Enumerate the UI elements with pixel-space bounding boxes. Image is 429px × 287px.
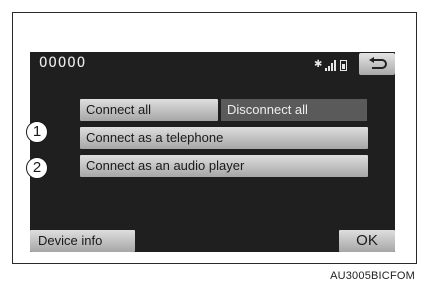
ok-button[interactable]: OK [339,230,395,252]
callout-1: 1 [26,121,48,143]
connect-telephone-button[interactable]: Connect as a telephone [80,127,368,149]
device-name: OOOOO [39,55,87,71]
status-icons: ✱ [314,59,347,71]
signal-icon [325,60,336,71]
back-arrow-icon [369,57,387,69]
connect-all-button[interactable]: Connect all [80,99,218,121]
disconnect-all-button[interactable]: Disconnect all [221,99,367,121]
connect-audio-button[interactable]: Connect as an audio player [80,155,368,177]
figure-code: AU3005BICFOM [330,270,415,282]
callout-2: 2 [26,157,48,179]
top-bar: OOOOO ✱ [30,52,395,78]
connection-screen: OOOOO ✱ Connect all Disconnect all Conne… [30,52,395,252]
back-button[interactable] [359,53,395,75]
bluetooth-icon: ✱ [314,59,323,70]
device-info-button[interactable]: Device info [30,230,135,252]
battery-icon [340,60,347,71]
